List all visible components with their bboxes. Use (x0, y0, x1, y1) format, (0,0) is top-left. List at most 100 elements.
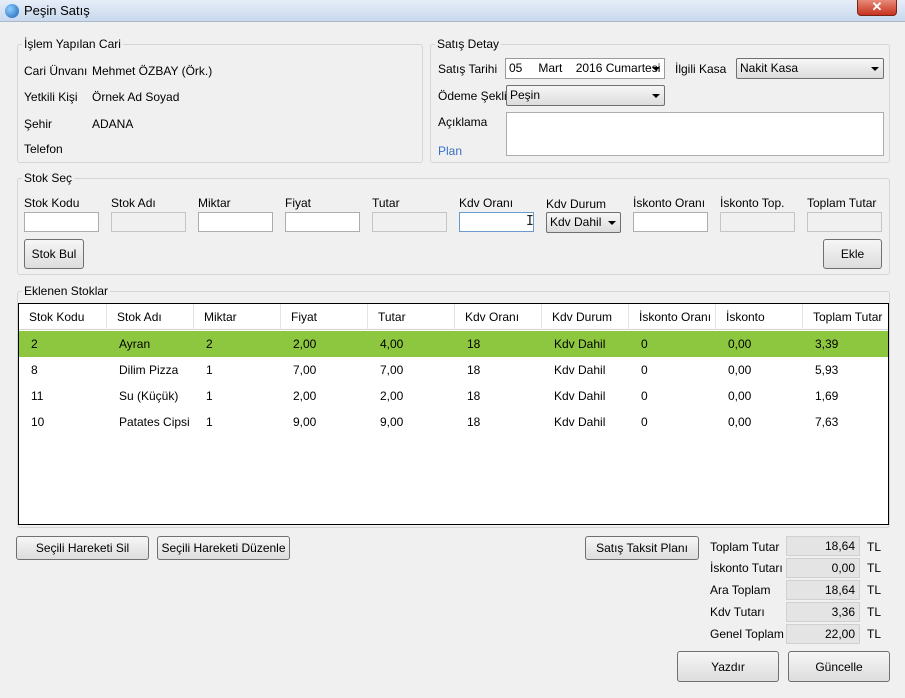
telefon-label: Telefon (24, 142, 63, 156)
cari-unvani-value: Mehmet ÖZBAY (Örk.) (92, 64, 213, 78)
table-cell: 0,00 (728, 363, 752, 377)
column-header[interactable]: Stok Kodu (19, 304, 107, 330)
table-cell: Ayran (119, 337, 151, 351)
ilgili-kasa-select[interactable]: Nakit Kasa (736, 58, 884, 79)
table-cell: 18 (467, 337, 481, 351)
column-header[interactable]: Kdv Oranı (455, 304, 542, 330)
currency-label: TL (867, 627, 882, 641)
secili-hareketi-duzenle-button[interactable]: Seçili Hareketi Düzenle (157, 536, 290, 560)
table-row[interactable]: 10 Patates Cipsi 1 9,00 9,00 18 Kdv Dahil 0 0,00… (19, 409, 888, 435)
iskonto-top-label: İskonto Top. (720, 196, 785, 210)
plan-link[interactable]: Plan (438, 144, 462, 158)
kdv-durum-select[interactable]: Kdv Dahil (546, 212, 621, 233)
table-cell: 0 (641, 389, 648, 403)
kdv-orani-input[interactable]: I (459, 212, 534, 232)
satis-detay-group-title: Satış Detay (435, 37, 502, 51)
column-header[interactable]: İskonto Oranı (629, 304, 716, 330)
table-row[interactable]: 2 Ayran 2 2,00 4,00 18 Kdv Dahil 0 0,00 3,39 (19, 331, 888, 357)
satis-tarihi-picker[interactable]: 05 Mart 2016 Cumartesi (505, 58, 665, 79)
table-cell: 11 (31, 389, 44, 403)
toplam-tutar-input[interactable] (807, 212, 882, 232)
date-month: Mart (538, 61, 563, 75)
chevron-down-icon (652, 67, 660, 71)
table-cell: 0 (641, 415, 648, 429)
iskonto-orani-label: İskonto Oranı (633, 196, 706, 210)
stok-bul-button[interactable]: Stok Bul (24, 239, 84, 269)
aciklama-label: Açıklama (438, 115, 488, 129)
iskonto-top-input[interactable] (720, 212, 795, 232)
currency-label: TL (867, 605, 882, 619)
table-cell: Dilim Pizza (119, 363, 179, 377)
currency-label: TL (867, 561, 882, 575)
table-cell: 0,00 (728, 415, 752, 429)
toplam-tutar-total-label: Toplam Tutar (710, 540, 780, 554)
fiyat-input[interactable] (285, 212, 360, 232)
secili-hareketi-sil-button[interactable]: Seçili Hareketi Sil (16, 536, 149, 560)
column-header[interactable]: İskonto (716, 304, 803, 330)
yetkili-kisi-label: Yetkili Kişi (24, 90, 78, 104)
stok-adi-label: Stok Adı (111, 196, 156, 210)
ara-toplam-value: 18,64 (786, 580, 860, 600)
table-cell: Kdv Dahil (554, 415, 606, 429)
stok-adi-input[interactable] (111, 212, 186, 232)
table-cell: 0,00 (728, 389, 752, 403)
yetkili-kisi-value: Örnek Ad Soyad (92, 90, 180, 104)
ilgili-kasa-label: İlgili Kasa (675, 62, 727, 76)
title-bar: Peşin Satış ✕ (0, 0, 905, 22)
cari-group: İşlem Yapılan Cari (17, 38, 423, 163)
table-row[interactable]: 8 Dilim Pizza 1 7,00 7,00 18 Kdv Dahil 0 0,00 5,9… (19, 357, 888, 383)
close-icon: ✕ (871, 0, 883, 14)
table-cell: 2,00 (293, 389, 317, 403)
kdv-durum-value: Kdv Dahil (550, 215, 602, 229)
ara-toplam-label: Ara Toplam (710, 583, 771, 597)
stok-kodu-input[interactable] (24, 212, 99, 232)
column-header[interactable]: Fiyat (281, 304, 368, 330)
date-rest: 2016 Cumartesi (575, 61, 661, 75)
column-header[interactable]: Tutar (368, 304, 455, 330)
table-cell: 7,63 (815, 415, 839, 429)
aciklama-textarea[interactable] (506, 112, 884, 156)
table-cell: 10 (31, 415, 45, 429)
chevron-down-icon (608, 221, 616, 225)
table-cell: 2,00 (293, 337, 317, 351)
table-cell: 4,00 (380, 337, 404, 351)
currency-label: TL (867, 583, 882, 597)
table-cell: 1 (206, 389, 213, 403)
iskonto-tutari-value: 0,00 (786, 558, 860, 578)
table-header: Stok Kodu Stok Adı Miktar Fiyat Tutar Kd… (19, 304, 888, 330)
sehir-label: Şehir (24, 117, 53, 131)
table-cell: 8 (31, 363, 38, 377)
table-cell: Patates Cipsi (119, 415, 190, 429)
text-cursor-icon: I (526, 214, 534, 229)
column-header[interactable]: Kdv Durum (542, 304, 629, 330)
date-day: 05 (509, 61, 523, 75)
table-cell: 7,00 (293, 363, 317, 377)
guncelle-button[interactable]: Güncelle (788, 651, 890, 682)
stok-kodu-label: Stok Kodu (24, 196, 80, 210)
currency-label: TL (867, 540, 882, 554)
ilgili-kasa-value: Nakit Kasa (740, 61, 799, 75)
toplam-tutar-label: Toplam Tutar (807, 196, 877, 210)
yazdir-button[interactable]: Yazdır (677, 651, 779, 682)
odeme-sekli-select[interactable]: Peşin (506, 85, 665, 106)
ekle-button[interactable]: Ekle (823, 239, 882, 269)
odeme-sekli-value: Peşin (510, 88, 541, 102)
column-header[interactable]: Miktar (194, 304, 281, 330)
tutar-input[interactable] (372, 212, 447, 232)
chevron-down-icon (871, 67, 879, 71)
close-button[interactable]: ✕ (857, 0, 897, 16)
cari-group-title: İşlem Yapılan Cari (22, 37, 123, 51)
chevron-down-icon (652, 94, 660, 98)
satis-taksit-plani-button[interactable]: Satış Taksit Planı (585, 536, 699, 560)
iskonto-orani-input[interactable] (633, 212, 708, 232)
fiyat-label: Fiyat (285, 196, 312, 210)
column-header[interactable]: Toplam Tutar (803, 304, 888, 330)
table-row[interactable]: 11 Su (Küçük) 1 2,00 2,00 18 Kdv Dahil 0 0,00 1,6… (19, 383, 888, 409)
table-cell: Su (Küçük) (119, 389, 179, 403)
table-cell: 0 (641, 337, 648, 351)
table-cell: 18 (467, 415, 481, 429)
miktar-input[interactable] (198, 212, 273, 232)
sehir-value: ADANA (92, 117, 134, 131)
column-header[interactable]: Stok Adı (107, 304, 194, 330)
eklenen-stoklar-table[interactable]: Stok Kodu Stok Adı Miktar Fiyat Tutar Kd… (18, 303, 889, 525)
